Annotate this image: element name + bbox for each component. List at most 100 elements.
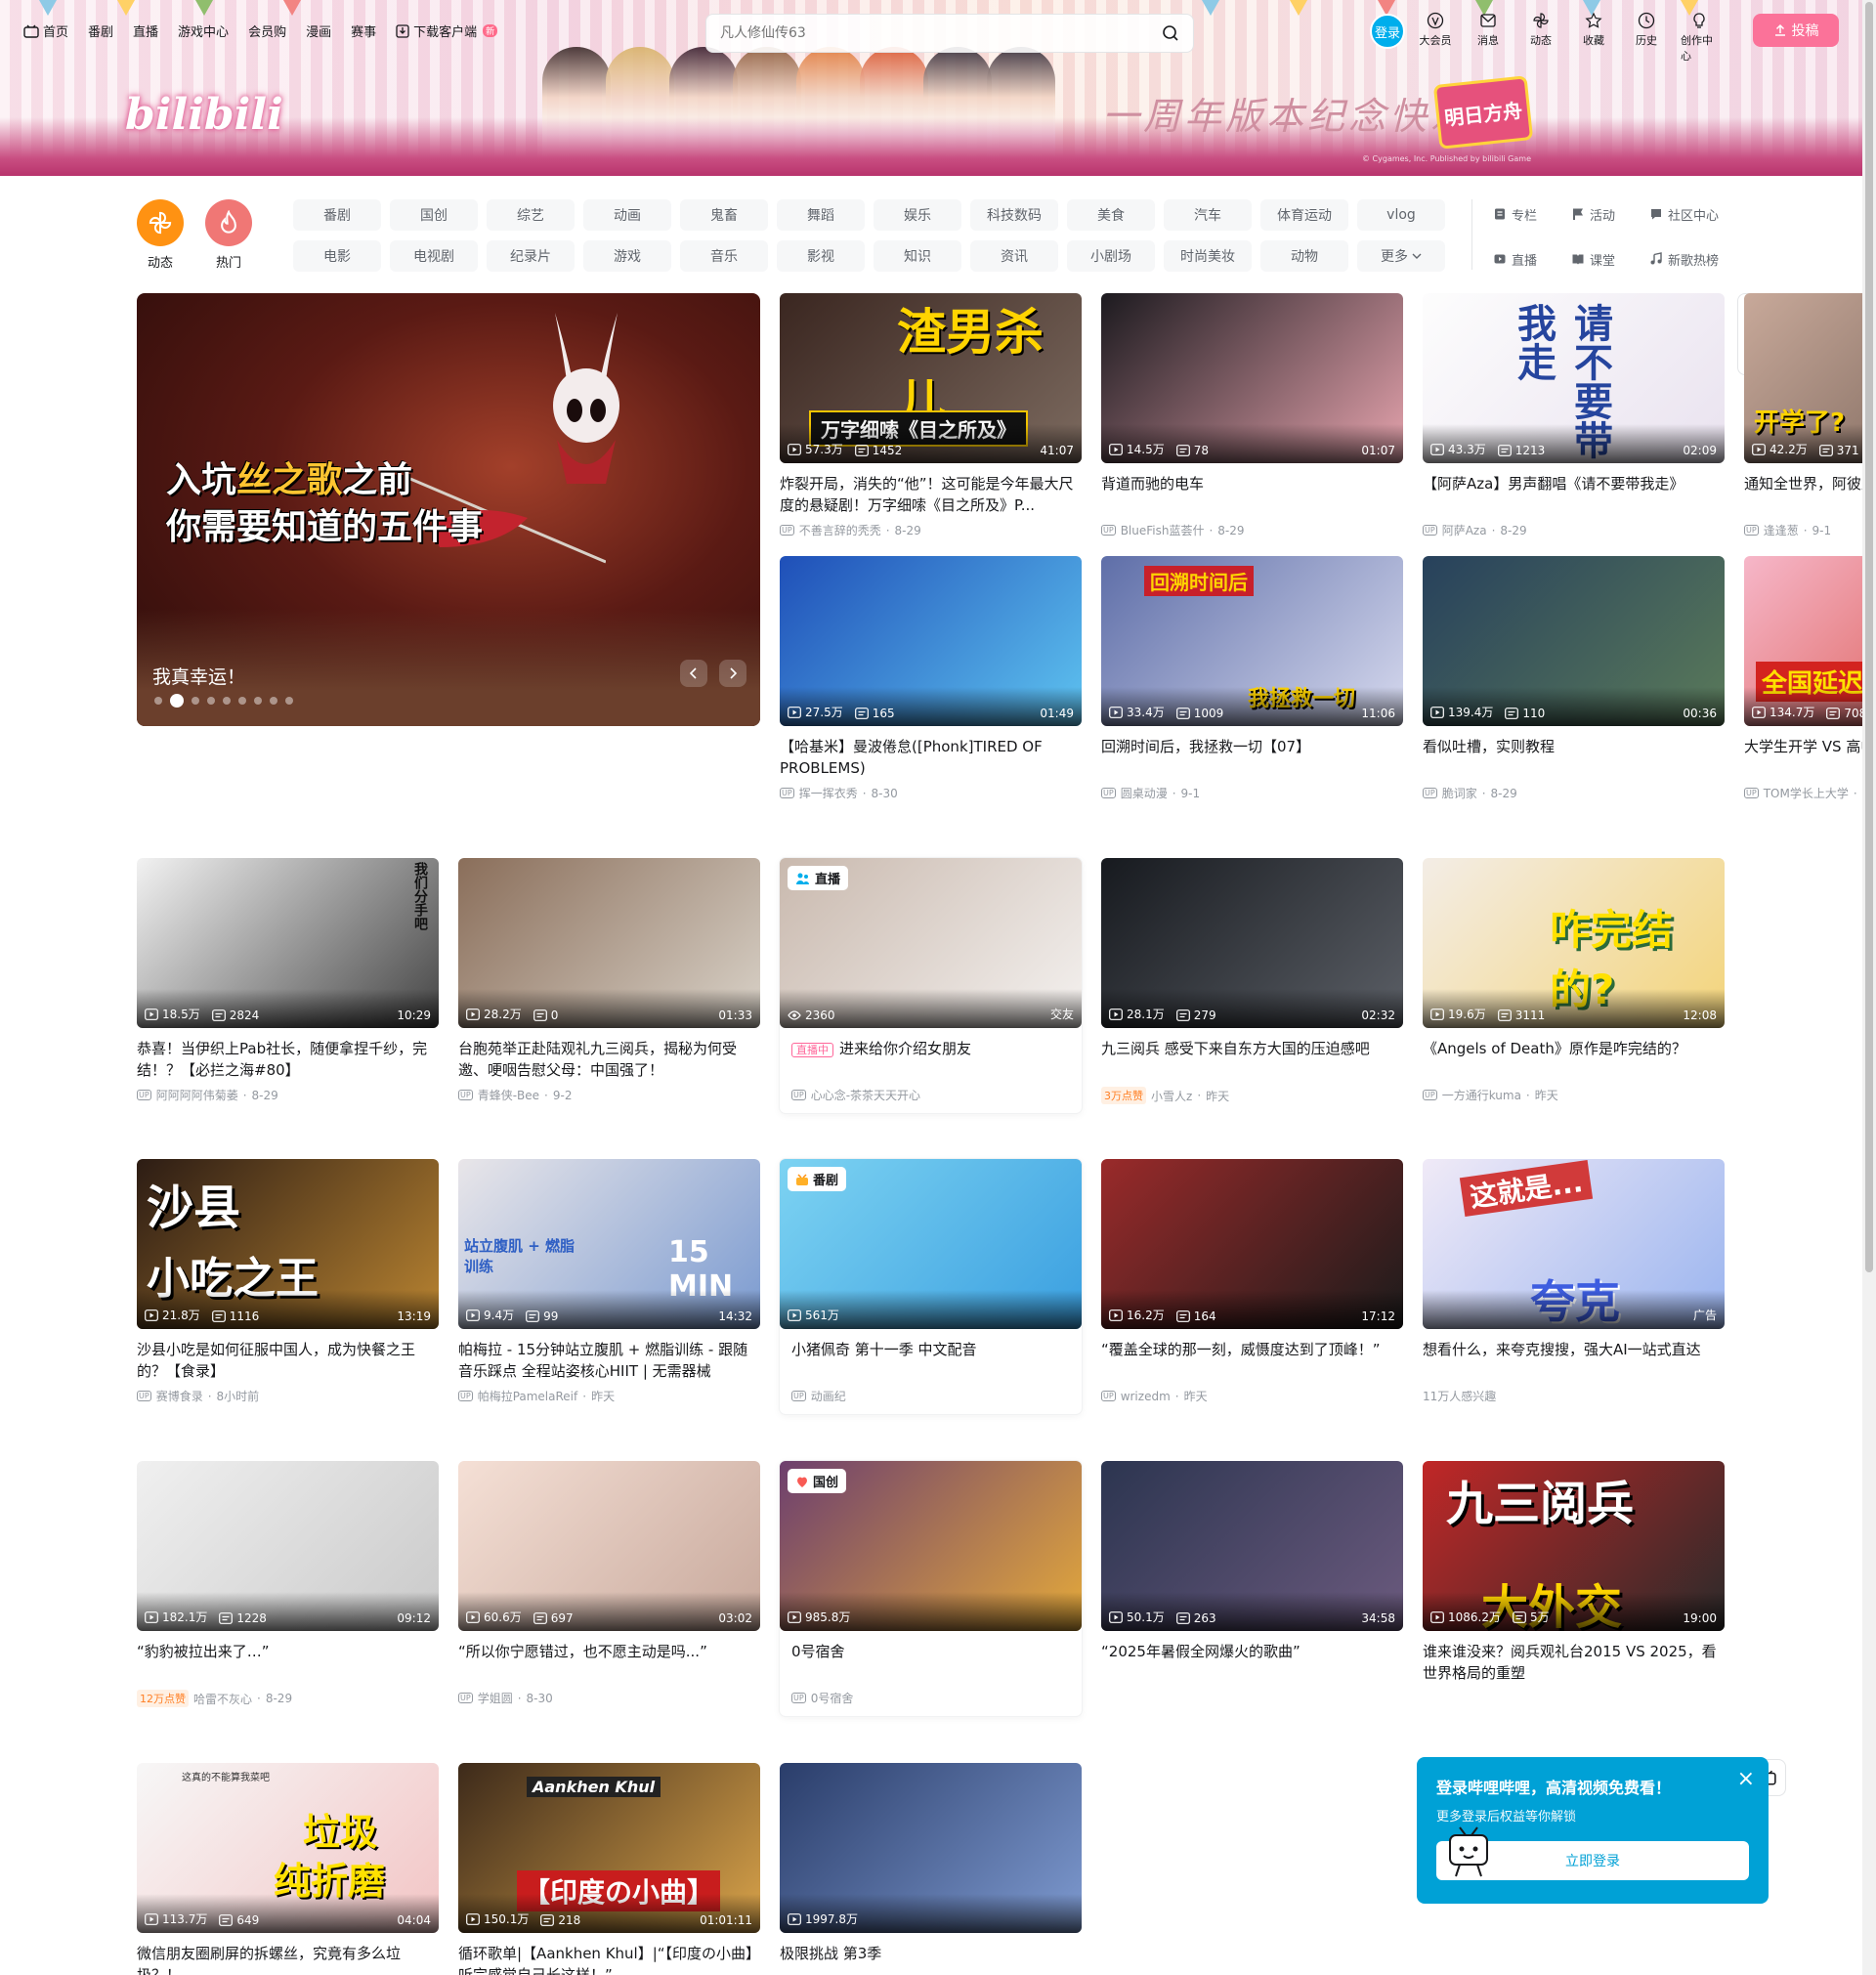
nav-messages[interactable]: 消息 (1470, 12, 1507, 64)
video-title[interactable]: 恭喜！当伊织上Pab社长，随便拿捏千纱，完结！？【必拦之海#80】 (137, 1038, 439, 1081)
channel-button[interactable]: 小剧场 (1067, 240, 1155, 272)
video-title[interactable]: 极限挑战 第3季 (780, 1943, 1082, 1975)
channel-button[interactable]: 知识 (874, 240, 961, 272)
video-title[interactable]: 沙县小吃是如何征服中国人，成为快餐之王的？【食录】 (137, 1339, 439, 1382)
hero-next-button[interactable] (719, 660, 746, 687)
nav-live[interactable]: 直播 (133, 21, 158, 40)
hero-dot[interactable] (207, 697, 215, 705)
video-thumbnail[interactable]: 九三阅兵大外交1086.2万5万19:00 (1423, 1461, 1725, 1631)
video-title[interactable]: 大学生开学 VS 高中生开学 (1744, 736, 1876, 779)
video-title[interactable]: “所以你宁愿错过，也不愿主动是吗...” (458, 1641, 760, 1684)
author-name[interactable]: 挥一挥衣秀 (799, 785, 858, 801)
channel-button[interactable]: 动画 (583, 199, 671, 231)
author-name[interactable]: 心心念-茶茶天天开心 (811, 1087, 920, 1103)
channel-button[interactable]: 美食 (1067, 199, 1155, 231)
video-thumbnail[interactable]: 全国延迟开学通知:134.7万70802:15 (1744, 556, 1876, 726)
video-card[interactable]: 九三阅兵大外交1086.2万5万19:00谁来谁没来？阅兵观礼台2015 VS … (1423, 1461, 1725, 1690)
hero-dot[interactable] (270, 697, 277, 705)
close-icon[interactable]: × (1737, 1769, 1755, 1790)
video-card[interactable]: 全国延迟开学通知:134.7万70802:15大学生开学 VS 高中生开学UPT… (1744, 556, 1876, 801)
video-title[interactable]: 看似吐槽，实则教程 (1423, 736, 1725, 779)
author-name[interactable]: 赛博食录 (156, 1388, 203, 1404)
author-name[interactable]: 帕梅拉PamelaReif (478, 1388, 578, 1404)
author-name[interactable]: 逢逢葱 (1764, 522, 1799, 538)
channel-button[interactable]: 资讯 (970, 240, 1058, 272)
channel-button[interactable]: 动物 (1260, 240, 1348, 272)
hero-dot[interactable] (154, 697, 162, 705)
channel-button[interactable]: 鬼畜 (680, 199, 768, 231)
video-thumbnail[interactable]: 我们分手吧 18.5万 2824 10:29 (137, 858, 439, 1028)
video-card[interactable]: 28.1万 279 02:32 九三阅兵 感受下来自东方大国的压迫感吧 3万点赞 小雪人z… (1101, 858, 1403, 1104)
channel-button[interactable]: 国创 (390, 199, 478, 231)
video-thumbnail[interactable]: 139.4万 110 00:36 (1423, 556, 1725, 726)
author-name[interactable]: 青蜂侠-Bee (478, 1087, 539, 1103)
author-name[interactable]: 小雪人z (1151, 1088, 1192, 1104)
video-title[interactable]: 【哈基米】曼波倦怠([Phonk]TIRED OF PROBLEMS) (780, 736, 1082, 779)
author-name[interactable]: 不善言辞的秃秃 (799, 522, 881, 538)
hero-dot[interactable] (223, 697, 231, 705)
nav-download[interactable]: 下载客户端 新 (396, 21, 498, 40)
nav-game-center[interactable]: 游戏中心 (178, 21, 229, 40)
video-title[interactable]: 《Angels of Death》原作是咋完结的？ (1423, 1038, 1725, 1081)
scrollbar[interactable] (1862, 0, 1876, 1975)
video-card[interactable]: 请不要带我走 43.3万 1213 02:09 【阿萨Aza】男声翻唱《请不要带我走》 U… (1423, 293, 1725, 538)
link-classroom[interactable]: 课堂 (1571, 246, 1649, 272)
featured-card[interactable]: 国创 985.8万 0号宿舍 UP 0号宿舍 (780, 1461, 1082, 1716)
author-name[interactable]: 阿阿阿阿伟菊萎 (156, 1087, 238, 1103)
video-thumbnail[interactable]: 28.2万 0 01:33 (458, 858, 760, 1028)
search-icon[interactable] (1162, 24, 1179, 42)
link-live[interactable]: 直播 (1493, 246, 1571, 272)
nav-dynamic[interactable]: 动态 (1522, 12, 1559, 64)
channel-button[interactable]: 时尚美妆 (1164, 240, 1252, 272)
video-thumbnail[interactable]: 这真的不能算我菜吧 垃圾 纯折磨 113.7万 649 04:04 (137, 1763, 439, 1933)
author-name[interactable]: 动画纪 (811, 1388, 846, 1404)
channel-button[interactable]: 综艺 (487, 199, 575, 231)
video-thumbnail[interactable]: 咋完结的?19.6万311112:08 (1423, 858, 1725, 1028)
hero-dot[interactable] (285, 697, 293, 705)
author-name[interactable]: 学姐圆 (478, 1690, 513, 1706)
video-thumbnail[interactable]: 28.1万 279 02:32 (1101, 858, 1403, 1028)
author-name[interactable]: 哈雷不灰心 (193, 1691, 252, 1707)
video-thumbnail[interactable]: 1997.8万 (780, 1763, 1082, 1933)
video-title[interactable]: 九三阅兵 感受下来自东方大国的压迫感吧 (1101, 1038, 1403, 1081)
search-input[interactable] (720, 25, 1162, 41)
upload-button[interactable]: 投稿 (1753, 14, 1839, 47)
channel-button[interactable]: 科技数码 (970, 199, 1058, 231)
nav-esports[interactable]: 赛事 (351, 21, 376, 40)
video-title[interactable]: 小猪佩奇 第十一季 中文配音 (780, 1339, 1082, 1382)
video-card[interactable]: 回溯时间后我拯救一切33.4万100911:06回溯时间后，我拯救一切【07】U… (1101, 556, 1403, 801)
channel-button[interactable]: 汽车 (1164, 199, 1252, 231)
video-title[interactable]: 0号宿舍 (780, 1641, 1082, 1684)
video-card[interactable]: 沙县 小吃之王 21.8万 1116 13:19 沙县小吃是如何征服中国人，成为快餐之王的… (137, 1159, 439, 1404)
channel-button[interactable]: vlog (1357, 199, 1445, 231)
video-card[interactable]: 我们分手吧 18.5万 2824 10:29 恭喜！当伊织上Pab社长，随便拿捏千纱，完… (137, 858, 439, 1103)
author-name[interactable]: 0号宿舍 (811, 1690, 854, 1706)
hero-caption[interactable]: 我真幸运！ (152, 663, 245, 689)
channel-hot-button[interactable] (205, 199, 252, 246)
channel-button[interactable]: 娱乐 (874, 199, 961, 231)
channel-more-button[interactable]: 更多 (1357, 240, 1445, 272)
video-thumbnail[interactable]: 渣男杀儿万字细嗦《目之所及》57.3万145241:07 (780, 293, 1082, 463)
hero-dot[interactable] (238, 697, 246, 705)
video-title[interactable]: “2025年暑假全网爆火的歌曲” (1101, 1641, 1403, 1684)
author-name[interactable]: 阿萨Aza (1442, 522, 1487, 538)
nav-vip[interactable]: 大会员 (1417, 12, 1454, 64)
channel-button[interactable]: 影视 (777, 240, 865, 272)
channel-button[interactable]: 舞蹈 (777, 199, 865, 231)
video-card[interactable]: 50.1万 263 34:58 “2025年暑假全网爆火的歌曲” (1101, 1461, 1403, 1690)
link-column[interactable]: 专栏 (1493, 201, 1571, 227)
video-title[interactable]: 炸裂开局，消失的“他”！这可能是今年最大尺度的悬疑剧！万字细嗦《目之所及》P..… (780, 473, 1082, 516)
hero-dot[interactable] (192, 697, 199, 705)
video-title[interactable]: 通知全世界，阿彼上学啦！！！ (1744, 473, 1876, 516)
video-card[interactable]: 182.1万 1228 09:12 “豹豹被拉出来了…” 12万点赞 哈雷不灰心 · 8-29 (137, 1461, 439, 1707)
video-thumbnail[interactable]: Aankhen Khul 【印度の小曲】 150.1万 218 01:01:11 (458, 1763, 760, 1933)
link-activity[interactable]: 活动 (1571, 201, 1649, 227)
video-card[interactable]: 139.4万 110 00:36 看似吐槽，实则教程 UP 脆词家 · 8-29 (1423, 556, 1725, 801)
channel-dynamic-button[interactable] (137, 199, 184, 246)
video-thumbnail[interactable]: 开学了?42.2万37102:16 (1744, 293, 1876, 463)
video-card[interactable]: 28.2万 0 01:33 台胞苑举正赴陆观礼九三阅兵，揭秘为何受邀、哽咽告慰父母：中… (458, 858, 760, 1103)
channel-button[interactable]: 番剧 (293, 199, 381, 231)
video-card[interactable]: 这真的不能算我菜吧 垃圾 纯折磨 113.7万 649 04:04 微信朋友圈刷屏的拆螺丝，… (137, 1763, 439, 1975)
channel-button[interactable]: 电影 (293, 240, 381, 272)
video-card[interactable]: 渣男杀儿万字细嗦《目之所及》57.3万145241:07 炸裂开局，消失的“他”！… (780, 293, 1082, 538)
